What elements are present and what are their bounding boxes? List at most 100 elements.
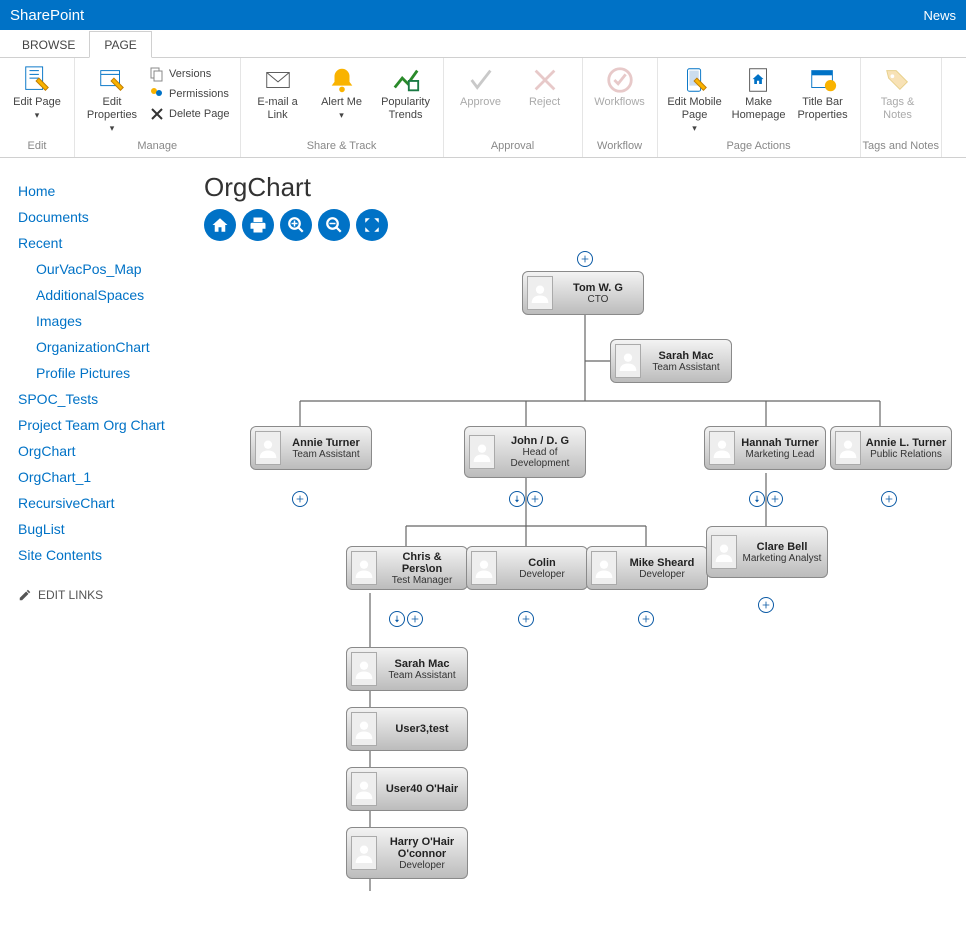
node-name: Mike Sheard <box>630 557 695 569</box>
org-node[interactable]: John / D. GHead of Development <box>464 426 586 478</box>
org-node[interactable]: Chris & Pers\onTest Manager <box>346 546 468 590</box>
sidebar-item-profile-pictures[interactable]: Profile Pictures <box>18 360 192 386</box>
node-expand-button[interactable] <box>407 611 423 627</box>
sidebar-item-images[interactable]: Images <box>18 308 192 334</box>
ribbon-group-share-track: E-mail a Link Alert Me ▾ Popularity Tren… <box>241 58 444 157</box>
org-node[interactable]: Sarah MacTeam Assistant <box>346 647 468 691</box>
alert-me-button[interactable]: Alert Me ▾ <box>311 62 373 122</box>
sidebar-item-documents[interactable]: Documents <box>18 204 192 230</box>
avatar <box>351 712 377 746</box>
quick-launch-sidebar: Home Documents Recent OurVacPos_Map Addi… <box>0 158 200 931</box>
versions-button[interactable]: Versions <box>145 64 234 84</box>
sidebar-item-buglist[interactable]: BugList <box>18 516 192 542</box>
sidebar-item-orgchart[interactable]: OrgChart <box>18 438 192 464</box>
node-collapse-button[interactable] <box>749 491 765 507</box>
permissions-button[interactable]: Permissions <box>145 84 234 104</box>
node-expand-button[interactable] <box>758 597 774 613</box>
sidebar-item-home[interactable]: Home <box>18 178 192 204</box>
node-title: Team Assistant <box>292 449 359 460</box>
tab-page[interactable]: PAGE <box>89 31 151 58</box>
fullscreen-icon <box>363 216 381 234</box>
sidebar-item-recursivechart[interactable]: RecursiveChart <box>18 490 192 516</box>
avatar <box>527 276 553 310</box>
home-button[interactable] <box>204 209 236 241</box>
avatar <box>351 551 377 585</box>
org-chart[interactable]: Tom W. GCTO Sarah MacTeam Assistant Anni… <box>200 251 960 911</box>
sidebar-item-ourvacpos-map[interactable]: OurVacPos_Map <box>18 256 192 282</box>
avatar <box>351 772 377 806</box>
email-link-button[interactable]: E-mail a Link <box>247 62 309 122</box>
org-node[interactable]: ColinDeveloper <box>466 546 588 590</box>
popularity-trends-button[interactable]: Popularity Trends <box>375 62 437 122</box>
delete-icon <box>149 106 165 122</box>
zoom-in-button[interactable] <box>280 209 312 241</box>
avatar <box>255 431 281 465</box>
sidebar-item-recent[interactable]: Recent <box>18 230 192 256</box>
edit-links-button[interactable]: EDIT LINKS <box>18 588 192 602</box>
edit-mobile-page-button[interactable]: Edit Mobile Page ▾ <box>664 62 726 135</box>
sidebar-item-organizationchart[interactable]: OrganizationChart <box>18 334 192 360</box>
node-expand-button[interactable] <box>638 611 654 627</box>
sidebar-item-additionalspaces[interactable]: AdditionalSpaces <box>18 282 192 308</box>
node-expand-button[interactable] <box>292 491 308 507</box>
sidebar-item-site-contents[interactable]: Site Contents <box>18 542 192 568</box>
ribbon-group-edit: Edit Page ▾ Edit <box>0 58 75 157</box>
org-node[interactable]: Annie TurnerTeam Assistant <box>250 426 372 470</box>
node-title: Developer <box>519 569 565 580</box>
org-node[interactable]: Mike SheardDeveloper <box>586 546 708 590</box>
page-title: OrgChart <box>204 172 966 203</box>
org-node[interactable]: Clare BellMarketing Analyst <box>706 526 828 578</box>
node-title: Developer <box>399 860 445 871</box>
node-expand-button[interactable] <box>767 491 783 507</box>
node-title: CTO <box>588 294 609 305</box>
workflows-icon <box>604 64 636 96</box>
org-node[interactable]: Hannah TurnerMarketing Lead <box>704 426 826 470</box>
node-name: Sarah Mac <box>658 350 713 362</box>
envelope-icon <box>262 64 294 96</box>
node-expand-button[interactable] <box>577 251 593 267</box>
newsfeed-link[interactable]: News <box>923 8 956 23</box>
main-content: OrgChart <box>200 158 966 931</box>
avatar <box>835 431 861 465</box>
avatar <box>615 344 641 378</box>
node-title: Public Relations <box>870 449 942 460</box>
approve-button: Approve <box>450 62 512 109</box>
titlebar-properties-button[interactable]: Title Bar Properties <box>792 62 854 122</box>
node-expand-button[interactable] <box>881 491 897 507</box>
avatar <box>351 652 377 686</box>
edit-properties-button[interactable]: Edit Properties ▾ <box>81 62 143 135</box>
dropdown-caret: ▾ <box>35 109 40 122</box>
titlebar-properties-icon <box>807 64 839 96</box>
ribbon-group-approval: Approve Reject Approval <box>444 58 583 157</box>
node-title: Team Assistant <box>652 362 719 373</box>
node-expand-button[interactable] <box>518 611 534 627</box>
org-node[interactable]: Sarah MacTeam Assistant <box>610 339 732 383</box>
print-button[interactable] <box>242 209 274 241</box>
print-icon <box>249 216 267 234</box>
avatar <box>469 435 495 469</box>
node-collapse-button[interactable] <box>509 491 525 507</box>
node-collapse-button[interactable] <box>389 611 405 627</box>
home-icon <box>211 216 229 234</box>
fullscreen-button[interactable] <box>356 209 388 241</box>
ribbon: Edit Page ▾ Edit Edit Properties ▾ Versi… <box>0 58 966 158</box>
edit-page-button[interactable]: Edit Page ▾ <box>6 62 68 122</box>
zoom-out-icon <box>325 216 343 234</box>
org-node[interactable]: Annie L. TurnerPublic Relations <box>830 426 952 470</box>
sidebar-item-spoc-tests[interactable]: SPOC_Tests <box>18 386 192 412</box>
node-expand-button[interactable] <box>527 491 543 507</box>
org-node[interactable]: Harry O'Hair O'connorDeveloper <box>346 827 468 879</box>
org-node[interactable]: Tom W. GCTO <box>522 271 644 315</box>
zoom-out-button[interactable] <box>318 209 350 241</box>
top-bar: SharePoint News <box>0 0 966 30</box>
node-name: Tom W. G <box>573 282 623 294</box>
bell-icon <box>326 64 358 96</box>
node-name: User40 O'Hair <box>386 783 458 795</box>
tab-browse[interactable]: BROWSE <box>8 32 89 57</box>
sidebar-item-orgchart-1[interactable]: OrgChart_1 <box>18 464 192 490</box>
make-homepage-button[interactable]: Make Homepage <box>728 62 790 122</box>
org-node[interactable]: User3,test <box>346 707 468 751</box>
sidebar-item-project-team-org-chart[interactable]: Project Team Org Chart <box>18 412 192 438</box>
delete-page-button[interactable]: Delete Page <box>145 104 234 124</box>
org-node[interactable]: User40 O'Hair <box>346 767 468 811</box>
